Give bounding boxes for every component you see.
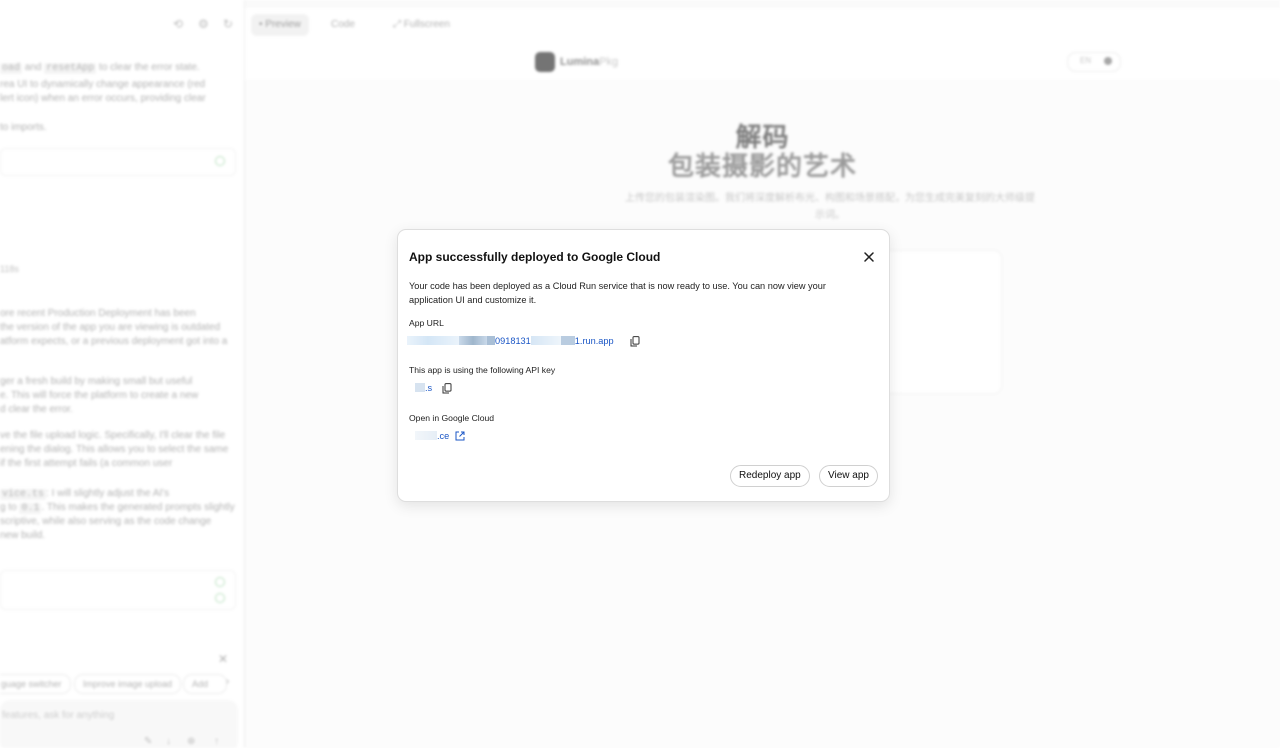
view-app-button[interactable]: View app	[819, 465, 878, 487]
redeploy-app-button[interactable]: Redeploy app	[730, 465, 810, 487]
deploy-success-dialog: App successfully deployed to Google Clou…	[397, 229, 890, 502]
close-icon[interactable]	[862, 250, 876, 264]
redacted-block	[530, 336, 561, 345]
redacted-block	[459, 336, 487, 345]
redacted-block	[487, 336, 495, 345]
redacted-block	[415, 383, 425, 392]
app-url-label: App URL	[409, 318, 444, 328]
redacted-block	[407, 336, 459, 345]
cloud-console-link[interactable]: .ce	[415, 431, 449, 441]
app-url-link[interactable]: 0918131 1.run.app	[407, 336, 614, 346]
dialog-title: App successfully deployed to Google Clou…	[409, 250, 661, 264]
external-link-icon[interactable]	[455, 431, 465, 441]
redacted-block	[560, 336, 575, 345]
cloud-console-label: Open in Google Cloud	[409, 413, 495, 423]
redacted-block	[415, 431, 437, 440]
dialog-description: Your code has been deployed as a Cloud R…	[409, 281, 826, 305]
api-key-value[interactable]: .s	[415, 383, 432, 393]
api-key-label: This app is using the following API key	[409, 365, 556, 375]
copy-icon[interactable]	[630, 336, 640, 347]
copy-icon[interactable]	[442, 383, 452, 394]
